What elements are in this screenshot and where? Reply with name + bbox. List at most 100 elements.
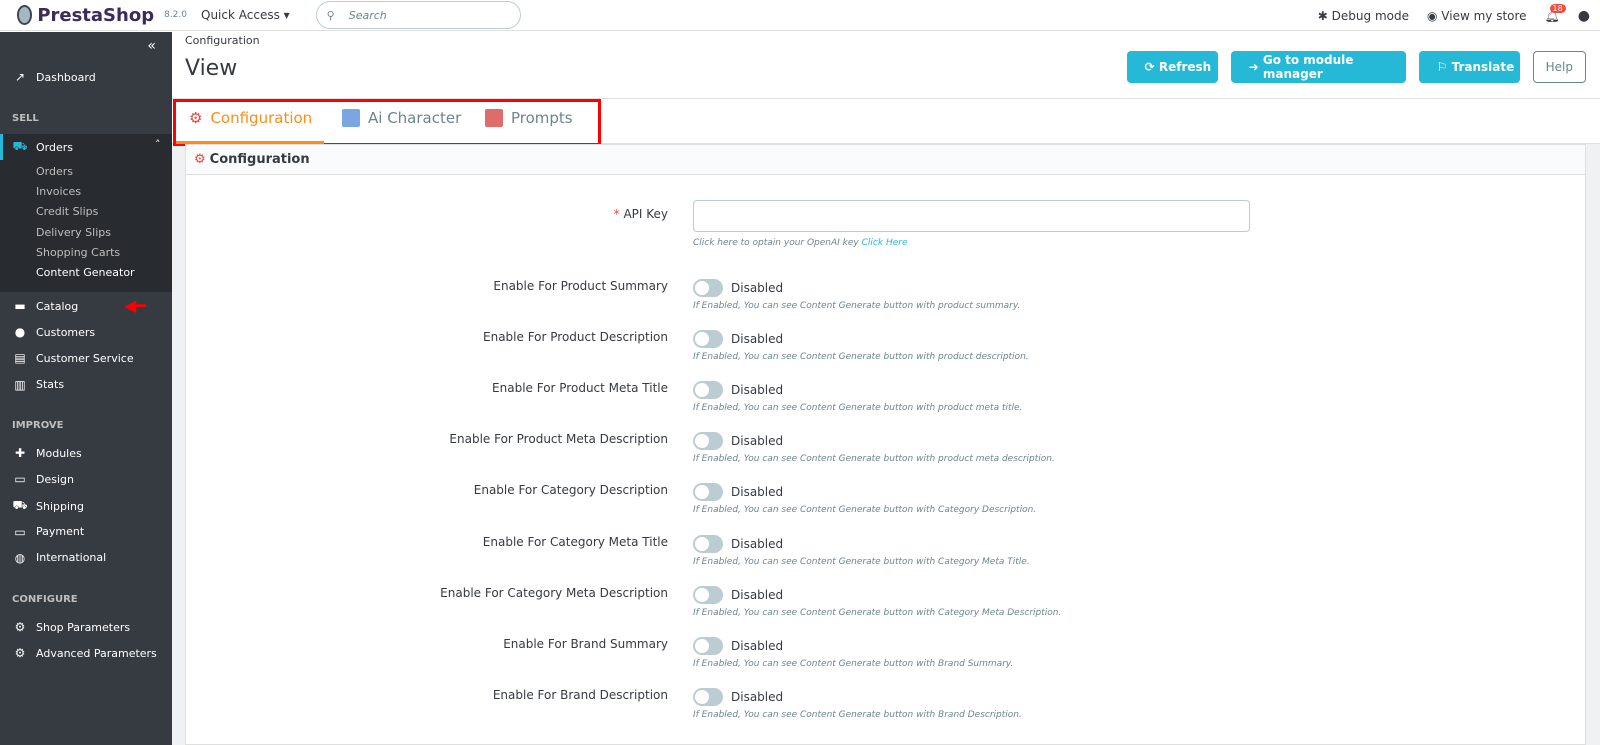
enable-switch[interactable]: Disabled	[693, 636, 1013, 655]
label: Translate	[1451, 60, 1515, 74]
quick-access-dropdown[interactable]: Quick Access ▾	[201, 8, 290, 22]
switch-knob[interactable]	[693, 534, 723, 553]
translate-button[interactable]: ⚐ Translate	[1418, 51, 1520, 83]
chat-icon: ▤	[14, 351, 26, 366]
card-icon: ▭	[14, 524, 26, 539]
openai-key-link[interactable]: Click Here	[862, 238, 908, 248]
sidebar-item[interactable]: ▬ Catalog	[12, 299, 78, 313]
module-manager-button[interactable]: ➜ Go to module manager	[1230, 51, 1406, 83]
arrow-circle-icon: ➜	[1248, 60, 1263, 74]
label: Shipping	[36, 499, 84, 513]
view-store-link[interactable]: ◉ View my store	[1427, 9, 1527, 23]
switch-state: Disabled	[731, 485, 784, 500]
toggle-help: If Enabled, You can see Content Generate…	[693, 505, 1037, 516]
breadcrumb[interactable]: Configuration	[185, 34, 260, 47]
label: Design	[36, 472, 74, 486]
sidebar-item[interactable]: ▭ Design	[12, 472, 74, 486]
switch-state: Disabled	[731, 689, 784, 704]
switch-knob[interactable]	[693, 330, 723, 349]
switch-knob[interactable]	[693, 279, 723, 297]
label: Customer Service	[36, 351, 134, 365]
sidebar-item-dashboard[interactable]: ↗ Dashboard	[12, 70, 96, 84]
toggle-label: Enable For Brand Description	[492, 687, 668, 702]
sidebar-item[interactable]: ⚙ Shop Parameters	[12, 620, 131, 634]
sidebar-item[interactable]: ▤ Customer Service	[12, 351, 134, 366]
notifications-button[interactable]: 🔔︎ 18	[1545, 3, 1566, 23]
switch-knob[interactable]	[693, 636, 723, 655]
sidebar-item[interactable]: ▥ Stats	[12, 378, 64, 392]
enable-switch[interactable]: Disabled	[693, 381, 1022, 400]
collapse-sidebar-icon[interactable]: «	[147, 38, 156, 54]
tab-bar: ⚙ Configuration Ai Character Prompts	[172, 98, 1600, 146]
switch-state: Disabled	[731, 332, 784, 347]
enable-switch[interactable]: Disabled	[693, 585, 1061, 604]
label: Modules	[36, 446, 82, 460]
label: Ai Character	[368, 109, 462, 127]
search-icon: ⚲	[326, 8, 335, 22]
sidebar-item[interactable]: ⚙ Advanced Parameters	[12, 646, 157, 660]
debug-mode-link[interactable]: ✱ Debug mode	[1318, 9, 1409, 23]
user-icon: ●	[14, 325, 26, 340]
toggle-help: If Enabled, You can see Content Generate…	[693, 352, 1029, 363]
api-key-label: * API Key	[613, 207, 668, 221]
toggle-help: If Enabled, You can see Content Generate…	[693, 556, 1030, 567]
switch-knob[interactable]	[693, 432, 723, 451]
toggle-label: Enable For Product Meta Description	[449, 432, 668, 447]
gears-icon: ⚙	[194, 152, 206, 167]
sidebar-item[interactable]: ▭ Payment	[12, 525, 84, 539]
sidebar-item[interactable]: ⛟ Shipping	[12, 498, 84, 514]
sidebar-item[interactable]: ◍ International	[12, 551, 106, 565]
label-text: API Key	[623, 207, 668, 221]
search-placeholder: Search	[348, 8, 387, 22]
logo[interactable]: PrestaShop 8.2.0	[17, 5, 187, 26]
globe-icon: ◍	[14, 550, 26, 565]
sidebar: « ↗ Dashboard SELL ⛟ Orders ˄ Orders Invoic…	[0, 32, 172, 745]
sidebar-subitem[interactable]: Credit Slips	[36, 205, 98, 218]
brand-name: PrestaShop	[37, 4, 155, 26]
help-button[interactable]: Help	[1532, 51, 1586, 83]
chevron-up-icon[interactable]: ˄	[155, 138, 161, 151]
help-text: Click here to optain your OpenAI key	[693, 238, 859, 248]
sidebar-item[interactable]: ✚ Modules	[12, 446, 82, 460]
switch-knob[interactable]	[693, 381, 723, 400]
enable-switch[interactable]: Disabled	[693, 432, 1055, 451]
switch-knob[interactable]	[693, 483, 723, 502]
search-input[interactable]: ⚲ Search	[315, 1, 521, 29]
panel-title: Configuration	[209, 152, 310, 167]
enable-switch[interactable]: Disabled	[693, 330, 1029, 349]
switch-state: Disabled	[731, 587, 784, 602]
enable-switch[interactable]: Disabled	[693, 279, 1020, 297]
enable-switch[interactable]: Disabled	[693, 483, 1036, 502]
page-title: View	[185, 56, 238, 81]
tab-ai-character[interactable]: Ai Character	[342, 109, 461, 127]
view-store-label: View my store	[1441, 8, 1527, 23]
sidebar-subitem[interactable]: Invoices	[36, 185, 81, 198]
refresh-icon: ⟳	[1144, 60, 1159, 74]
refresh-button[interactable]: ⟳ Refresh	[1126, 51, 1218, 83]
sidebar-item-orders[interactable]: ⛟ Orders	[12, 139, 73, 155]
sidebar-subitem[interactable]: Shopping Carts	[36, 246, 120, 259]
store-icon: ▬	[14, 299, 26, 313]
tab-prompts[interactable]: Prompts	[485, 109, 573, 127]
basket-icon: ⛟	[12, 139, 28, 153]
switch-state: Disabled	[731, 434, 784, 449]
switch-knob[interactable]	[693, 585, 723, 604]
toggle-help: If Enabled, You can see Content Generate…	[693, 301, 1021, 311]
enable-switch[interactable]: Disabled	[693, 687, 1022, 706]
label: Prompts	[511, 109, 573, 127]
toggle-label: Enable For Category Description	[473, 483, 668, 498]
label: Dashboard	[36, 70, 96, 84]
gears-icon: ⚙	[189, 109, 203, 127]
debug-label: Debug mode	[1331, 8, 1409, 23]
account-icon[interactable]: ●	[1578, 8, 1590, 24]
api-key-input[interactable]	[693, 200, 1250, 232]
switch-knob[interactable]	[693, 687, 723, 706]
tab-configuration[interactable]: ⚙ Configuration	[189, 109, 312, 127]
sidebar-subitem[interactable]: Orders	[36, 165, 73, 178]
sidebar-item[interactable]: ● Customers	[12, 325, 95, 339]
main-content: Configuration View ⟳ Refresh ➜ Go to mod…	[172, 32, 1600, 745]
sidebar-subitem[interactable]: Content Geneator	[36, 266, 135, 279]
enable-switch[interactable]: Disabled	[693, 534, 1030, 553]
prompts-icon	[485, 109, 503, 127]
sidebar-subitem[interactable]: Delivery Slips	[36, 226, 111, 239]
